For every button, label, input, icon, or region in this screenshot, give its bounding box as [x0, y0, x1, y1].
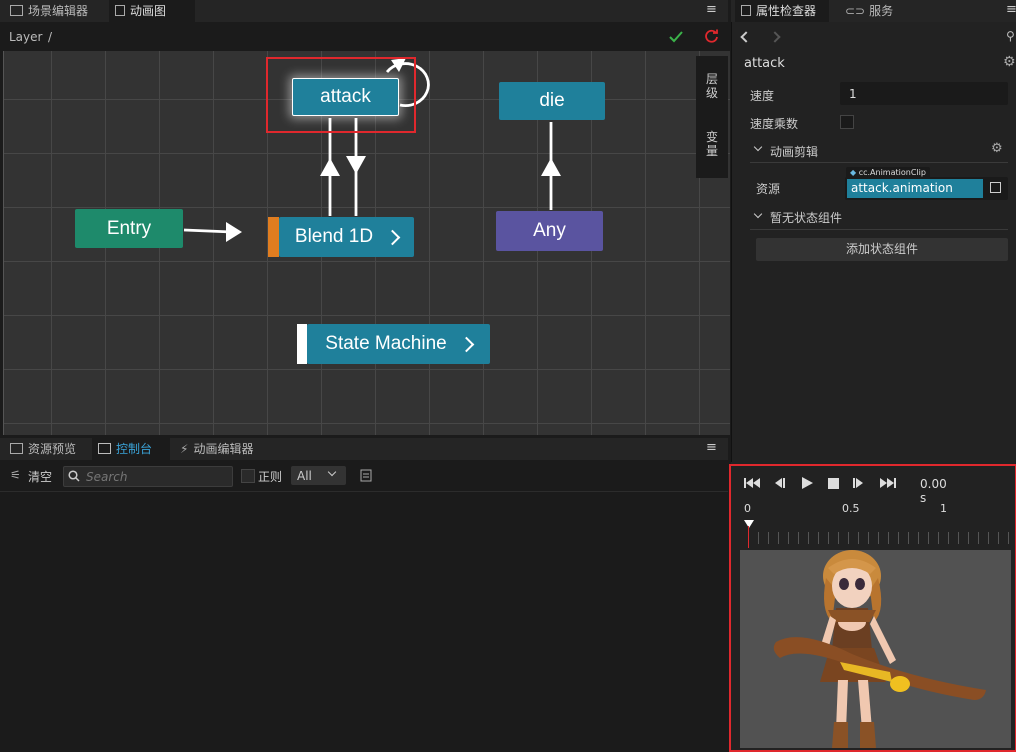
next-frame-icon[interactable] [852, 477, 866, 489]
animation-icon: ⚡ [180, 442, 189, 456]
tick-label-0: 0 [744, 502, 751, 515]
settings-gear-icon[interactable]: ⚙ [1003, 54, 1016, 70]
tick-label-1: 1 [940, 502, 947, 515]
console-output [0, 492, 728, 750]
components-section-header[interactable]: 暂无状态组件 [750, 207, 1008, 230]
clip-section-header[interactable]: 动画剪辑 ⚙ [750, 140, 1008, 163]
model-viewport[interactable] [740, 550, 1011, 748]
tick-label-0-5: 0.5 [842, 502, 860, 515]
timeline-ruler[interactable]: 0 0.5 1 [740, 500, 1011, 548]
state-node-die[interactable]: die [499, 82, 605, 120]
search-input[interactable] [84, 468, 228, 485]
diamond-icon: ◆ [850, 168, 857, 177]
tab-layers[interactable]: 层 级 [706, 72, 718, 100]
state-node-blend-1d[interactable]: Blend 1D [279, 217, 414, 257]
chevron-right-icon [458, 336, 475, 352]
regex-checkbox[interactable] [241, 469, 255, 483]
pin-icon[interactable]: ⚲ [1006, 29, 1015, 43]
inspector-panel-menu-icon[interactable]: ≡ [1006, 2, 1016, 17]
chevron-down-icon [753, 209, 763, 219]
state-node-state-machine[interactable]: State Machine [307, 324, 490, 364]
play-icon[interactable] [800, 476, 814, 490]
character-model [773, 550, 986, 748]
console-toolbar: ⚟ 清空 正则 All [0, 460, 728, 492]
log-level-select[interactable]: All [291, 466, 346, 485]
skip-to-start-icon[interactable] [744, 477, 760, 489]
tab-console[interactable]: 控制台 [92, 438, 170, 460]
chevron-right-icon [384, 229, 401, 245]
tab-asset-preview[interactable]: 资源预览 [4, 438, 92, 460]
search-icon [68, 470, 80, 482]
clear-button[interactable]: 清空 [28, 468, 52, 485]
asset-field[interactable]: attack.animation [845, 177, 1008, 200]
asset-picker-icon[interactable] [990, 182, 1001, 193]
bottom-tabbar: 资源预览 控制台 ⚡ 动画编辑器 ≡ [0, 438, 728, 460]
asset-value[interactable]: attack.animation [847, 179, 983, 198]
playback-controls: 0.00 s [744, 476, 947, 505]
log-file-icon[interactable] [360, 469, 372, 482]
image-icon [10, 443, 23, 454]
inspector-title: attack [744, 56, 785, 71]
terminal-icon [98, 443, 111, 454]
tab-inspector[interactable]: 属性检查器 [735, 0, 829, 22]
state-node-any[interactable]: Any [496, 211, 603, 251]
playhead-line [748, 526, 749, 548]
blend-node-indicator [268, 217, 279, 257]
inspector-icon [741, 5, 751, 16]
skip-to-end-icon[interactable] [880, 477, 896, 489]
section-gear-icon[interactable]: ⚙ [991, 141, 1003, 156]
speed-label: 速度 [750, 89, 775, 103]
add-component-button[interactable]: 添加状态组件 [756, 238, 1008, 261]
prev-frame-icon[interactable] [772, 477, 786, 489]
highlight-box-attack [266, 57, 416, 133]
clear-broom-icon[interactable]: ⚟ [10, 468, 21, 482]
asset-type-tag: ◆ cc.AnimationClip [846, 167, 930, 177]
tab-services[interactable]: ⊂⊃ 服务 [839, 0, 909, 22]
graph-side-tabs: 层 级 变 量 [696, 56, 728, 178]
stop-icon[interactable] [828, 478, 839, 489]
console-search-box[interactable] [63, 466, 233, 487]
speed-multiplier-label: 速度乘数 [750, 117, 799, 131]
tab-anim-editor[interactable]: ⚡ 动画编辑器 [174, 438, 274, 460]
speed-input[interactable]: 1 [840, 82, 1008, 105]
console-panel-menu-icon[interactable]: ≡ [706, 440, 717, 455]
state-node-entry[interactable]: Entry [75, 209, 183, 248]
tab-variables[interactable]: 变 量 [706, 130, 718, 158]
playhead-marker[interactable] [744, 520, 754, 528]
regex-label: 正则 [258, 470, 283, 484]
speed-multiplier-checkbox[interactable] [840, 115, 854, 129]
asset-label: 资源 [756, 182, 781, 196]
chevron-down-icon [327, 467, 337, 477]
chevron-down-icon [753, 142, 763, 152]
services-icon: ⊂⊃ [845, 4, 866, 18]
inspector-tabbar: 属性检查器 ⊂⊃ 服务 ≡ [731, 0, 1016, 22]
timeline-ticks [748, 532, 1010, 544]
state-machine-indicator [297, 324, 307, 364]
